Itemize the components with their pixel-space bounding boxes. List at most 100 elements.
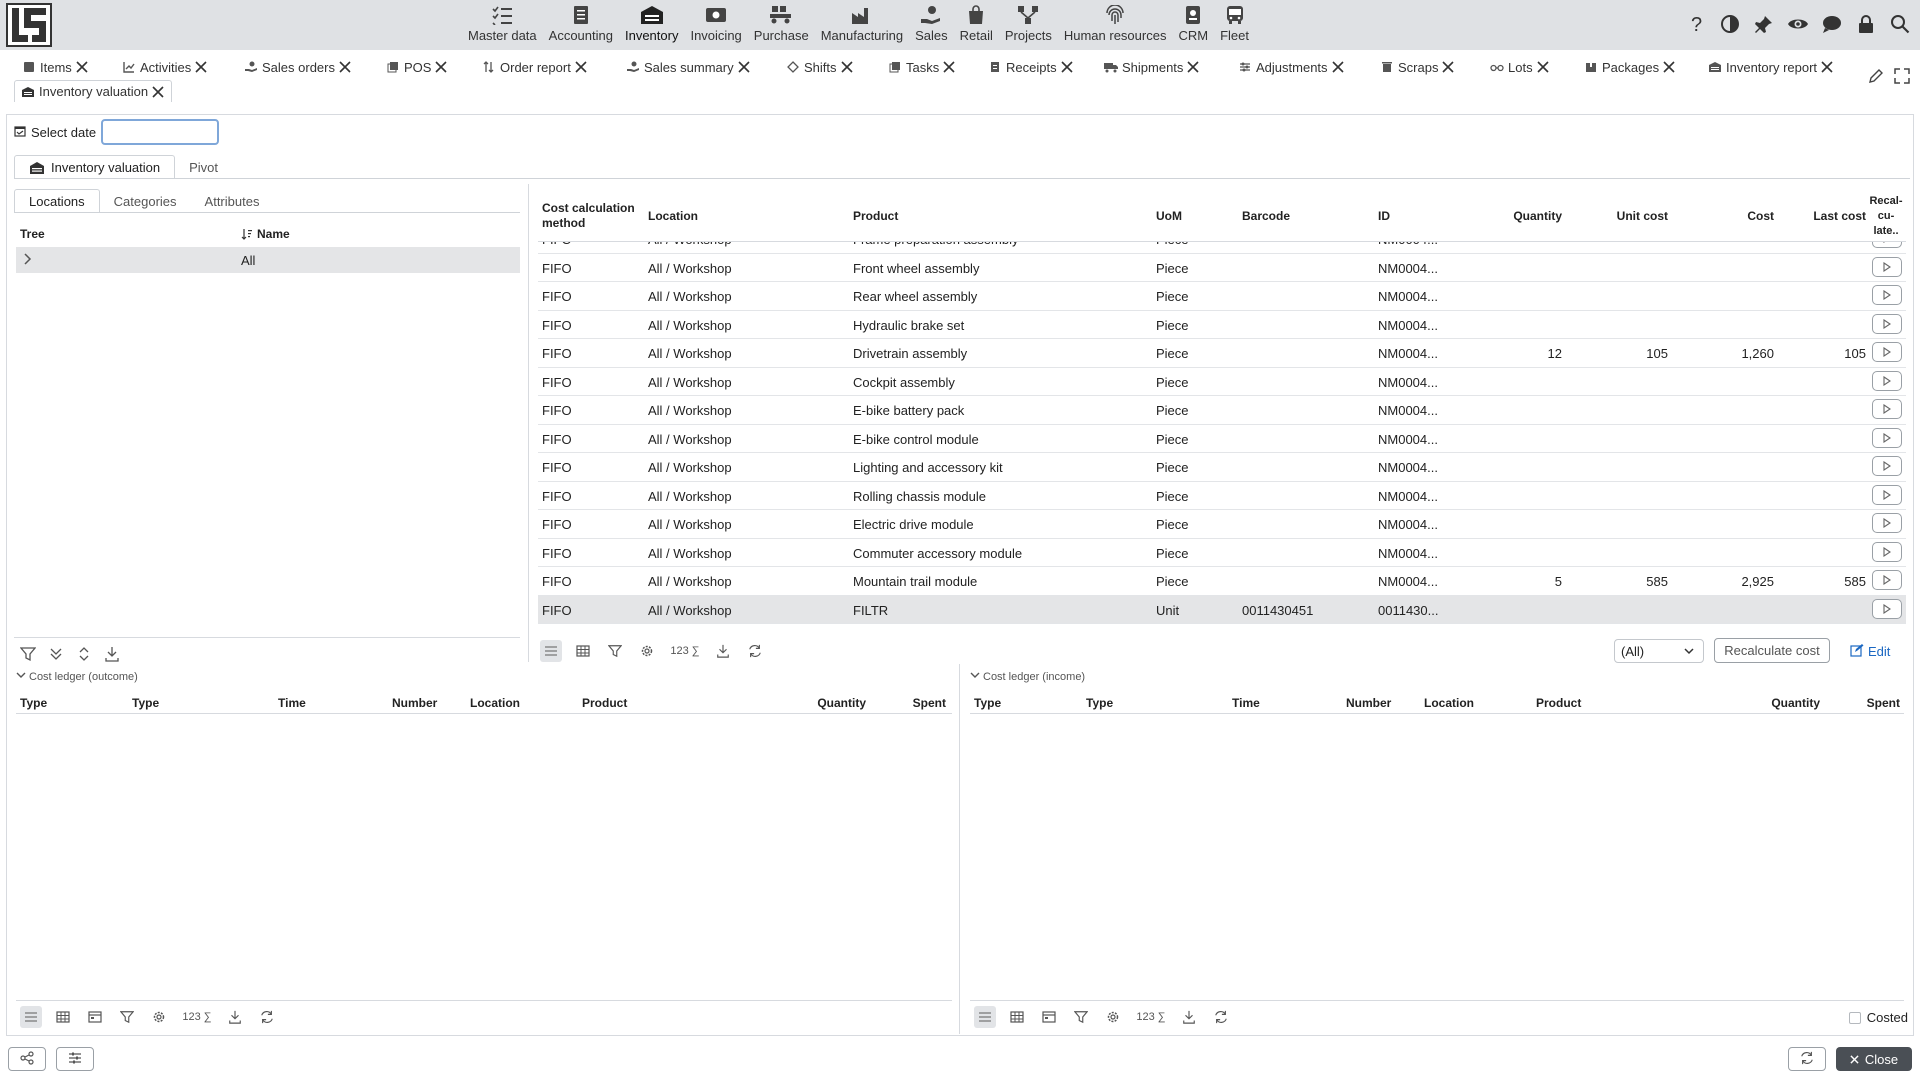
close-button[interactable]: Close [1836,1047,1912,1071]
filter-icon[interactable] [1070,1006,1092,1028]
list-view-icon[interactable] [974,1006,996,1028]
tab-categories[interactable]: Categories [100,189,191,213]
column-header-spent[interactable]: Spent [872,696,946,710]
close-icon[interactable] [194,60,208,74]
column-header-number[interactable]: Number [1346,696,1391,710]
tab-sales-summary[interactable]: Sales summary [626,56,751,78]
calendar-view-icon[interactable] [1038,1006,1060,1028]
recalculate-row-button[interactable] [1872,242,1902,248]
totals-button[interactable]: 123 ∑ [668,640,702,662]
column-header-type[interactable]: Type [20,696,47,710]
close-icon[interactable] [1331,60,1345,74]
filter-icon[interactable] [19,646,37,665]
recalculate-row-button[interactable] [1872,370,1902,391]
nav-accounting[interactable]: Accounting [543,0,619,50]
list-view-icon[interactable] [20,1006,42,1028]
tab-sales-orders[interactable]: Sales orders [244,56,352,78]
column-header-type-2[interactable]: Type [132,696,159,710]
download-icon[interactable] [104,646,120,665]
recalculate-row-button[interactable] [1872,513,1902,533]
nav-purchase[interactable]: Purchase [748,0,815,50]
settings-button[interactable] [56,1047,94,1071]
tab-inventory-report[interactable]: Inventory report [1708,56,1834,78]
column-header-product[interactable]: Product [1536,696,1581,710]
recalculate-row-button[interactable] [1872,285,1902,305]
contrast-icon[interactable] [1718,12,1742,36]
table-row[interactable]: FIFO All / Workshop Drivetrain assembly Pie… [538,339,1906,368]
tab-packages[interactable]: Packages [1584,56,1676,78]
chevron-right-icon[interactable] [22,253,32,268]
nav-human-resources[interactable]: Human resources [1058,0,1173,50]
close-icon[interactable] [1820,60,1834,74]
recalculate-row-button[interactable] [1872,342,1902,362]
edit-button[interactable]: Edit [1850,640,1890,662]
column-header-cost[interactable]: Cost [1668,190,1774,242]
column-header-number[interactable]: Number [392,696,437,710]
close-icon[interactable] [942,60,956,74]
table-row[interactable]: FIFO All / Workshop Electric drive module P… [538,510,1906,539]
nav-sales[interactable]: Sales [909,0,954,50]
list-view-icon[interactable] [540,640,562,662]
recalculate-row-button[interactable] [1872,256,1902,277]
filter-icon[interactable] [604,640,626,662]
close-icon[interactable] [1536,60,1550,74]
tab-shifts[interactable]: Shifts [786,56,854,78]
reload-button[interactable] [1788,1047,1826,1071]
table-view-icon[interactable] [572,640,594,662]
splitter[interactable] [959,664,960,1034]
column-header-name[interactable]: Name [241,227,290,241]
close-icon[interactable] [1441,60,1455,74]
column-header-time[interactable]: Time [278,696,306,710]
column-header-quantity[interactable]: Quantity [1458,190,1562,242]
column-header-recalculate[interactable]: Recal- cu- late.. [1868,190,1904,242]
table-row[interactable]: FIFO All / Workshop E-bike control module P… [538,425,1906,453]
refresh-icon[interactable] [256,1006,278,1028]
column-header-product[interactable]: Product [853,190,1053,242]
table-view-icon[interactable] [1006,1006,1028,1028]
pencil-icon[interactable] [1868,68,1884,87]
tab-scraps[interactable]: Scraps [1380,56,1455,78]
nav-projects[interactable]: Projects [999,0,1058,50]
tree-row[interactable]: All [16,247,520,273]
share-button[interactable] [8,1047,46,1071]
close-icon[interactable] [75,60,89,74]
tab-locations[interactable]: Locations [14,189,100,213]
lock-icon[interactable] [1854,12,1878,36]
nav-manufacturing[interactable]: Manufacturing [815,0,909,50]
tab-attributes[interactable]: Attributes [191,189,274,213]
table-row[interactable]: FIFO All / Workshop Mountain trail module P… [538,567,1906,596]
eye-icon[interactable] [1786,12,1810,36]
recalculate-row-button[interactable] [1872,570,1902,590]
tab-lots[interactable]: Lots [1490,56,1550,78]
tab-pos[interactable]: POS [386,56,448,78]
table-row[interactable]: FIFO All / Workshop Rear wheel assembly Pie… [538,282,1906,311]
download-icon[interactable] [224,1006,246,1028]
gear-icon[interactable] [1102,1006,1124,1028]
table-view-icon[interactable] [52,1006,74,1028]
recalculate-row-button[interactable] [1872,313,1902,334]
tab-shipments[interactable]: Shipments [1104,56,1200,78]
table-row[interactable]: FIFO All / Workshop Commuter accessory mod… [538,539,1906,567]
column-header-barcode[interactable]: Barcode [1242,190,1342,242]
pin-icon[interactable] [1752,12,1776,36]
table-row[interactable]: FIFO All / Workshop E-bike battery pack Pie… [538,396,1906,425]
expand-icon[interactable] [1894,68,1910,87]
totals-button[interactable]: 123 ∑ [180,1006,214,1028]
column-header-quantity[interactable]: Quantity [1740,696,1820,710]
recalculate-row-button[interactable] [1872,541,1902,562]
tab-inventory-valuation-view[interactable]: Inventory valuation [14,155,176,179]
nav-invoicing[interactable]: Invoicing [684,0,747,50]
tab-receipts[interactable]: Receipts [988,56,1074,78]
download-icon[interactable] [1178,1006,1200,1028]
table-row[interactable]: FIFO All / Workshop FILTR Unit 0011430451 001… [538,595,1906,624]
column-header-uom[interactable]: UoM [1156,190,1216,242]
column-header-type[interactable]: Type [974,696,1001,710]
date-input[interactable] [101,119,220,145]
nav-retail[interactable]: Retail [954,0,999,50]
refresh-icon[interactable] [744,640,766,662]
collapse-expand-icon[interactable] [76,646,92,665]
close-icon[interactable] [1060,60,1074,74]
recalculate-row-button[interactable] [1872,427,1902,448]
nav-inventory[interactable]: Inventory [619,0,684,50]
column-header-id[interactable]: ID [1378,190,1458,242]
